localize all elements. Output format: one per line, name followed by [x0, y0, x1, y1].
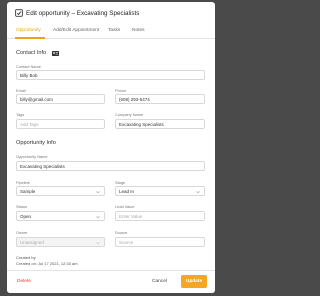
email-label: Email	[16, 88, 26, 93]
stage-label: Stage	[115, 180, 126, 185]
chevron-down-icon	[96, 216, 100, 219]
tab-opportunity[interactable]: Opportunity	[16, 28, 41, 33]
status-select[interactable]: Open	[16, 211, 105, 221]
phone-input[interactable]: (608) 293-5474	[115, 94, 205, 104]
chevron-down-icon	[96, 242, 100, 245]
company-name-input[interactable]: Excavating Specialists	[115, 119, 205, 129]
owner-select[interactable]: Unassigned	[16, 237, 105, 247]
delete-button[interactable]: Delete	[17, 279, 31, 284]
modal-footer: Delete Cancel Update	[7, 270, 215, 293]
tags-label: Tags	[16, 112, 25, 117]
contact-name-label: Contact Name	[16, 64, 41, 69]
active-tab-indicator	[15, 37, 45, 39]
owner-value: Unassigned	[20, 239, 44, 245]
edit-opportunity-modal: Edit opportunity – Excavating Specialist…	[7, 2, 215, 293]
email-input[interactable]: billy@gmail.com	[16, 94, 105, 104]
contact-info-heading: Contact Info	[16, 50, 47, 56]
lead-value-label: Lead Value	[115, 204, 135, 209]
chevron-down-icon	[196, 191, 200, 194]
pipeline-label: Pipeline	[16, 180, 30, 185]
edit-icon	[15, 9, 23, 17]
tags-input[interactable]: Add Tags	[16, 119, 105, 129]
status-label: Status	[16, 204, 28, 209]
owner-label: Owner	[16, 230, 28, 235]
form-body: Contact Info Contact Name Billy Bob Emai…	[7, 40, 215, 268]
modal-header: Edit opportunity – Excavating Specialist…	[15, 8, 139, 18]
phone-label: Phone	[115, 88, 127, 93]
contact-card-icon	[52, 51, 59, 56]
status-value: Open	[20, 213, 32, 219]
opportunity-name-label: Opportunity Name	[16, 154, 48, 159]
source-input[interactable]: Source	[115, 237, 205, 247]
tab-add-edit-appointment[interactable]: Add/Edit Appointment	[53, 28, 99, 33]
created-on-text: Created on: Jul 17 2021, 12:33 am	[16, 261, 78, 266]
lead-value-input[interactable]: Enter Value	[115, 211, 205, 221]
stage-select[interactable]: Lead In	[115, 186, 205, 196]
pipeline-select[interactable]: Sample	[16, 186, 105, 196]
opportunity-name-input[interactable]: Excavating Specialists	[16, 161, 205, 171]
source-label: Source	[115, 230, 128, 235]
cancel-button[interactable]: Cancel	[152, 279, 167, 284]
tab-notes[interactable]: Notes	[132, 28, 145, 33]
opportunity-info-heading: Opportunity Info	[16, 140, 56, 146]
modal-title: Edit opportunity – Excavating Specialist…	[26, 9, 140, 17]
contact-name-input[interactable]: Billy Bob	[16, 70, 205, 80]
update-button[interactable]: Update	[181, 275, 207, 288]
company-name-label: Company Name	[115, 112, 144, 117]
created-by-text: Created by	[16, 255, 36, 260]
chevron-down-icon	[96, 191, 100, 194]
pipeline-value: Sample	[20, 188, 36, 194]
stage-value: Lead In	[119, 188, 135, 194]
tab-tasks[interactable]: Tasks	[108, 28, 120, 33]
